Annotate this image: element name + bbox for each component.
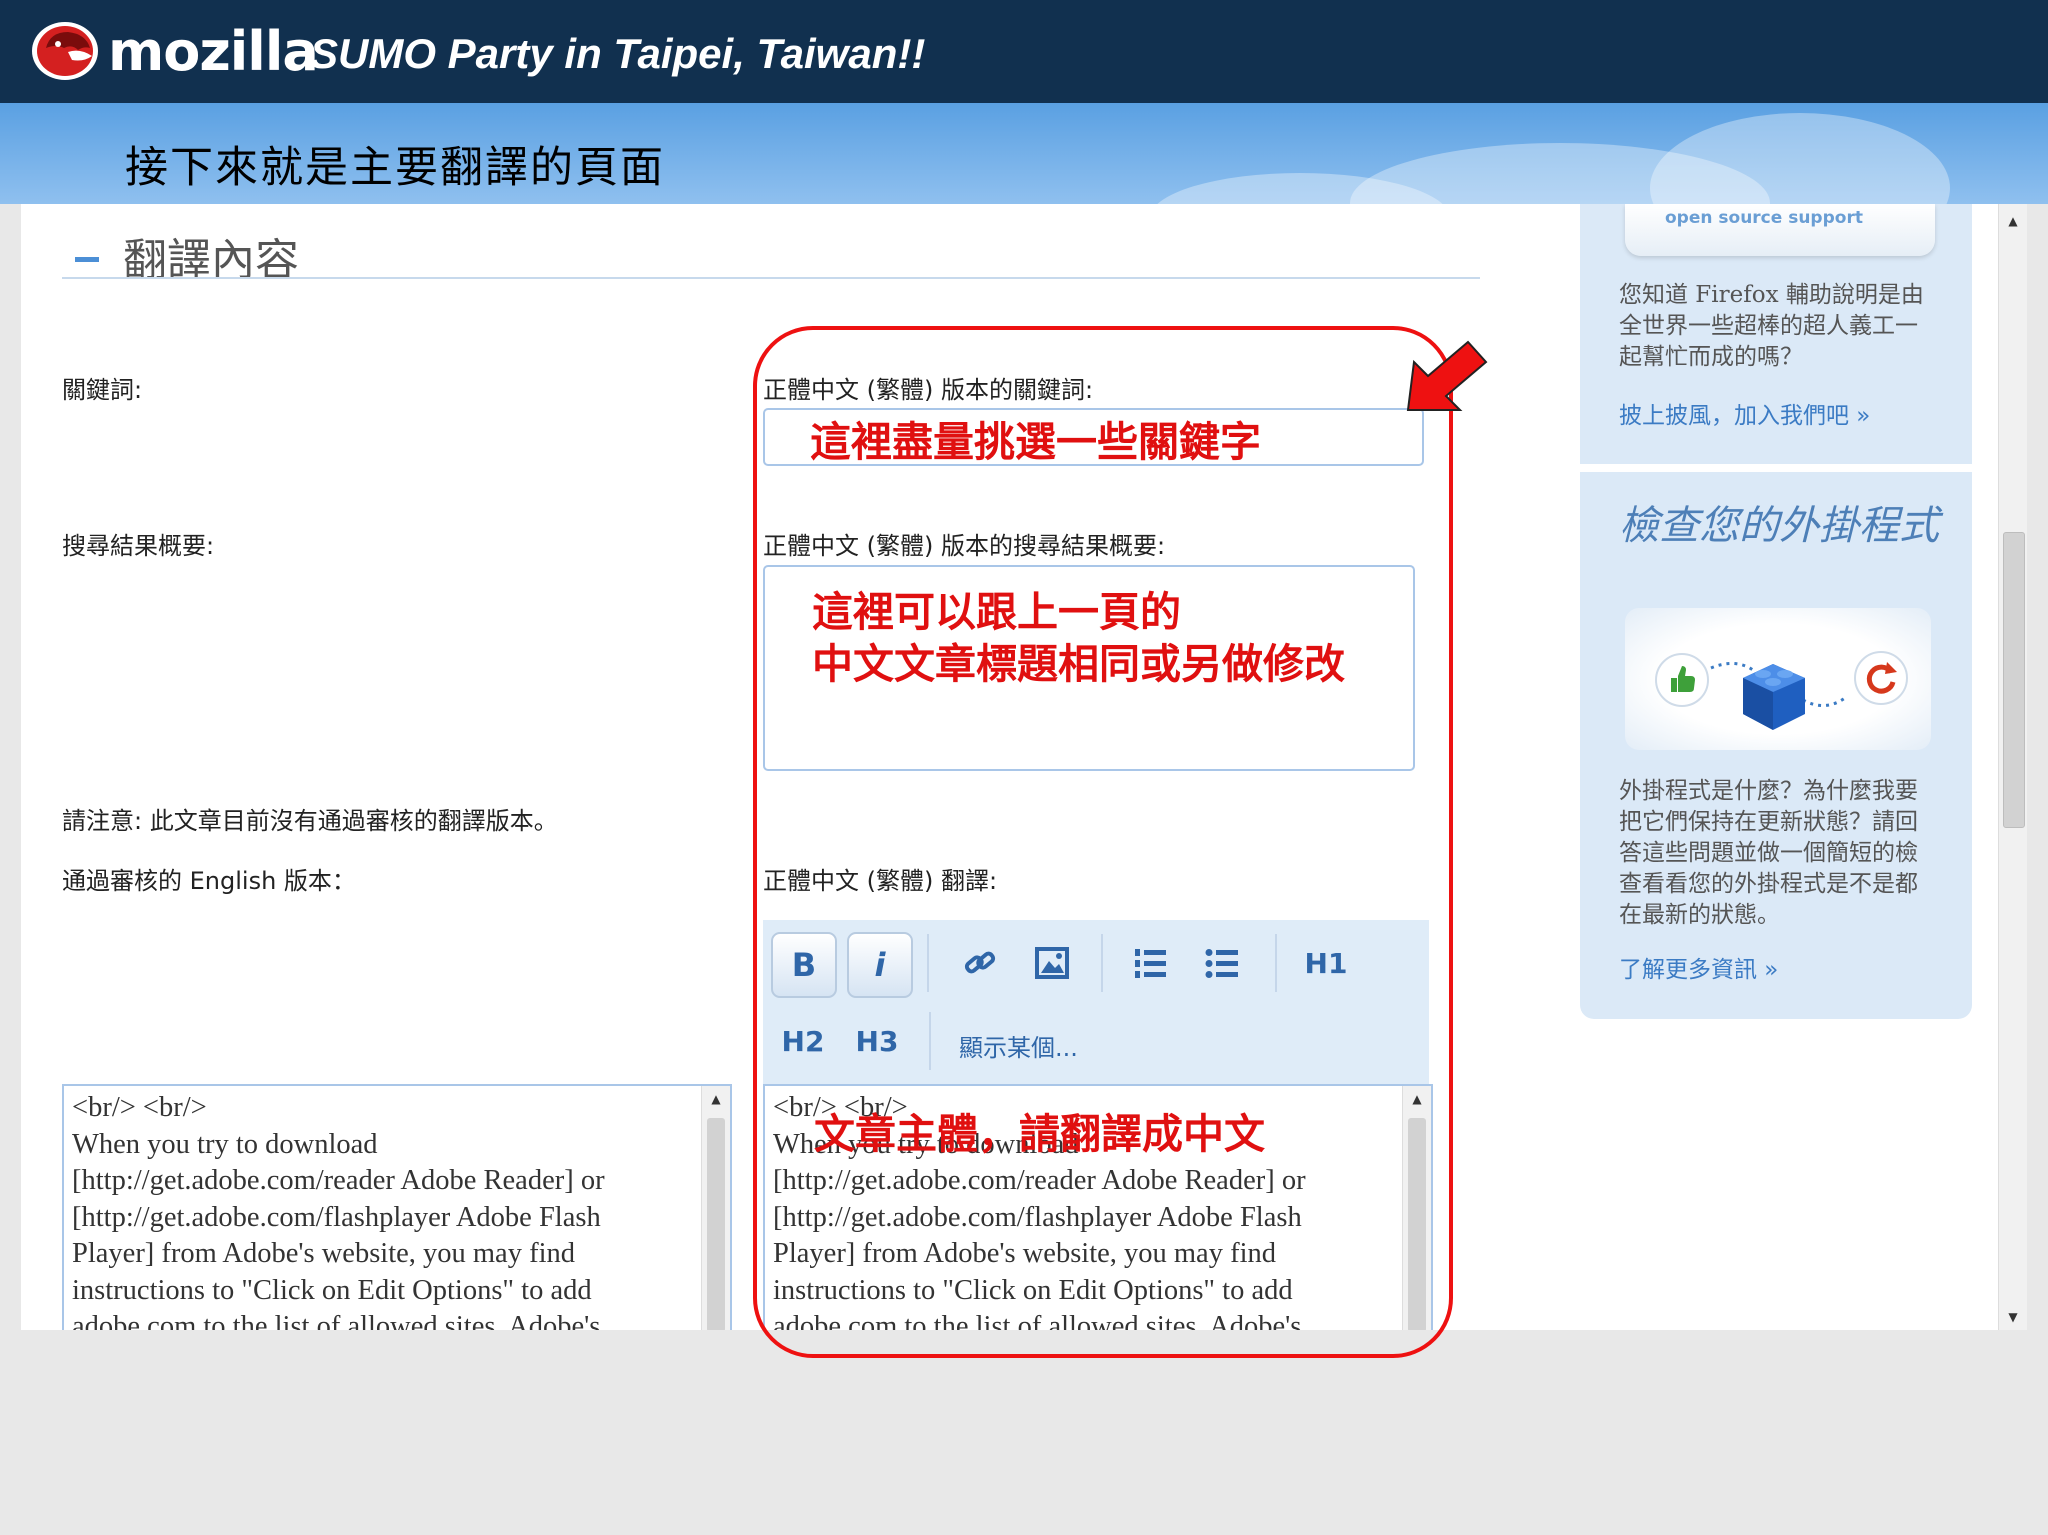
sidebar-box: open source support 您知道 Firefox 輔助說明是由全世… xyxy=(1580,204,1972,1019)
annotation-frame xyxy=(753,326,1453,1358)
learn-more-link[interactable]: 了解更多資訊 » xyxy=(1619,950,1778,984)
mozilla-logo: mozilla xyxy=(28,18,319,84)
source-text: <br/> <br/> When you try to download [ht… xyxy=(72,1092,605,1330)
body-annotation: 文章主體，請翻譯成中文 xyxy=(814,1110,1265,1158)
badge-text: open source support xyxy=(1665,208,1863,228)
promo-text: 您知道 Firefox 輔助說明是由全世界一些超棒的超人義工一起幫忙而成的嗎？ xyxy=(1619,282,1924,370)
join-us-link[interactable]: 披上披風，加入我們吧 » xyxy=(1619,396,1870,430)
annotation-arrow-icon xyxy=(1406,340,1488,411)
section-divider xyxy=(62,277,1480,279)
logo-wordmark: mozilla xyxy=(108,19,319,83)
mozilla-dino-icon xyxy=(32,22,98,80)
page-scrollbar[interactable]: ▲ ▼ xyxy=(1998,204,2027,1330)
slide-title: SUMO Party in Taipei, Taiwan!! xyxy=(310,30,926,77)
approved-version-label: 通過審核的 English 版本： xyxy=(62,867,356,895)
summary-annotation-line2: 中文文章標題相同或另做修改 xyxy=(812,640,1345,688)
summary-label: 搜尋結果概要: xyxy=(62,532,215,560)
collapse-icon[interactable] xyxy=(75,257,99,262)
scrollbar-thumb[interactable] xyxy=(707,1118,725,1330)
keywords-annotation: 這裡盡量挑選一些關鍵字 xyxy=(810,418,1261,466)
plugin-check-illustration xyxy=(1625,608,1931,750)
source-scrollbar[interactable]: ▲ xyxy=(701,1086,730,1330)
open-source-support-badge: open source support xyxy=(1625,204,1935,256)
plugin-check-text: 外掛程式是什麼？為什麼我要把它們保持在更新狀態？請回答這些問題並做一個簡短的檢查… xyxy=(1619,778,1918,928)
cloud-decoration xyxy=(1650,113,1950,204)
slide-header: mozilla SUMO Party in Taipei, Taiwan!! xyxy=(0,0,2048,103)
sidebar-divider xyxy=(1580,464,1972,472)
slide-heading: 接下來就是主要翻譯的頁面 xyxy=(125,143,665,193)
scroll-up-arrow[interactable]: ▲ xyxy=(702,1086,730,1112)
summary-annotation-line1: 這裡可以跟上一頁的 xyxy=(812,588,1181,636)
plugin-check-title: 檢查您的外掛程式 xyxy=(1619,503,1939,549)
sidebar: open source support 您知道 Firefox 輔助說明是由全世… xyxy=(1560,204,1972,1019)
scrollbar-thumb[interactable] xyxy=(2003,532,2025,828)
keywords-label: 關鍵詞: xyxy=(62,376,143,404)
scroll-up-arrow[interactable]: ▲ xyxy=(1999,208,2027,234)
source-textarea[interactable]: <br/> <br/> When you try to download [ht… xyxy=(62,1084,732,1330)
slide-subheader: 接下來就是主要翻譯的頁面 xyxy=(0,103,2048,204)
notice-text: 請注意: 此文章目前沒有通過審核的翻譯版本。 xyxy=(62,807,558,835)
scroll-down-arrow[interactable]: ▼ xyxy=(1999,1304,2027,1330)
